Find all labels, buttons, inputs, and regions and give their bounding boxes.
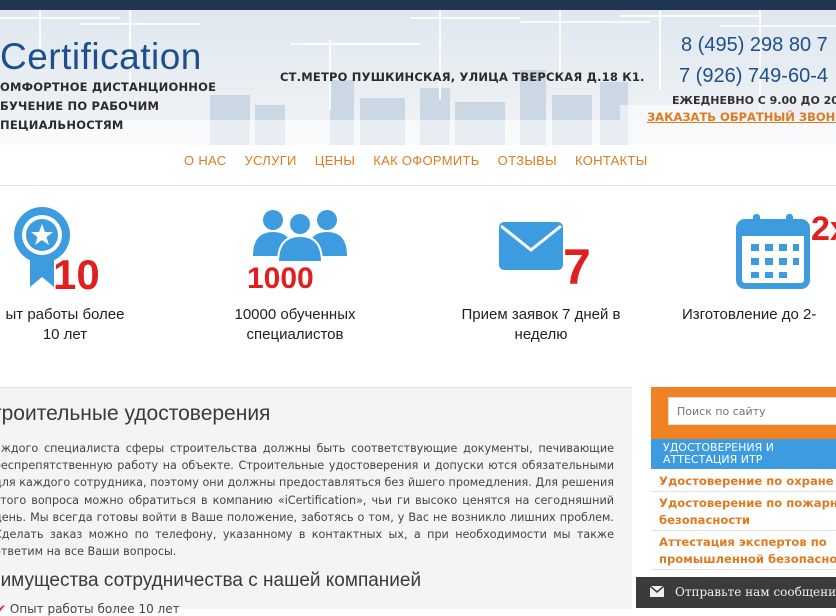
sidebar-divider — [651, 530, 836, 531]
sidebar-link-line: Удостоверение по охране — [659, 474, 834, 488]
feature-caption: Изготовление до 2- — [682, 305, 836, 325]
nav-item-contacts[interactable]: КОНТАКТЫ — [575, 153, 648, 168]
feature-number: 2x — [811, 210, 836, 248]
content-paragraph: аждого специалиста сферы строительства д… — [0, 442, 614, 559]
content-subtitle: еимущества сотрудничества с нашей компан… — [0, 570, 422, 591]
search-input[interactable] — [668, 397, 836, 425]
nav-item-services[interactable]: УСЛУГИ — [244, 153, 296, 168]
sidebar-link-line: безопасности — [659, 513, 751, 527]
top-strip — [0, 0, 836, 10]
nav-item-prices[interactable]: ЦЕНЫ — [315, 153, 355, 168]
phone-number-1[interactable]: 8 (495) 298 80 7 — [681, 34, 828, 57]
sidebar-divider — [651, 491, 836, 492]
feature-caption-line: ыт работы более — [5, 306, 125, 323]
people-group-icon: 1000 — [247, 210, 347, 292]
envelope-icon: 7 — [499, 222, 591, 288]
feature-caption-line: неделю — [514, 326, 568, 343]
nav-item-reviews[interactable]: ОТЗЫВЫ — [498, 153, 557, 168]
feature-caption-line: 10 лет — [42, 326, 88, 343]
sidebar-divider — [651, 569, 836, 570]
nav-item-about[interactable]: О НАС — [184, 153, 226, 168]
site-header: Certification ОМФОРТНОЕ ДИСТАНЦИОННОЕ БУ… — [0, 10, 836, 145]
sidebar-link-experts-attestation[interactable]: Аттестация экспертов по промышленной без… — [659, 534, 836, 568]
tagline-line: ОМФОРТНОЕ ДИСТАНЦИОННОЕ — [0, 80, 217, 94]
feature-caption-line: специалистов — [246, 326, 344, 343]
feature-caption: 10000 обученных специалистов — [185, 305, 405, 345]
feature-number: 1000 — [247, 262, 314, 292]
tagline-line: БУЧЕНИЕ ПО РАБОЧИМ — [0, 99, 160, 113]
sidebar-link-line: промышленной безопаснос — [659, 552, 836, 566]
list-item: ✔ Опыт работы более 10 лет — [0, 602, 180, 616]
feature-number: 7 — [563, 239, 591, 288]
sidebar-link-labor-safety[interactable]: Удостоверение по охране — [659, 473, 834, 490]
address-text: СТ.МЕТРО ПУШКИНСКАЯ, УЛИЦА ТВЕРСКАЯ Д.18… — [280, 70, 645, 84]
sidebar-heading: УДОСТОВЕРЕНИЯ И АТТЕСТАЦИЯ ИТР — [651, 439, 836, 469]
feature-caption-line: Изготовление до 2- — [682, 306, 817, 323]
list-item-label: Опыт работы более 10 лет — [9, 602, 180, 616]
tagline-line: ПЕЦИАЛЬНОСТЯМ — [0, 118, 124, 132]
main-content: троительные удостоверения аждого специал… — [0, 387, 632, 616]
feature-caption-line: 10000 обученных — [234, 306, 356, 323]
search-box — [651, 387, 836, 439]
feature-caption: Прием заявок 7 дней в неделю — [431, 305, 651, 345]
sidebar-link-fire-safety[interactable]: Удостоверение по пожарн безопасности — [659, 495, 836, 529]
working-hours: ЕЖЕДНЕВНО С 9.00 ДО 20.0 — [672, 94, 836, 107]
mail-icon — [650, 586, 664, 597]
phone-number-2[interactable]: 7 (926) 749-60-4 — [679, 65, 828, 88]
calendar-icon: 2x — [736, 210, 836, 289]
chat-widget-label: Отправьте нам сообщение — [675, 585, 836, 599]
feature-caption-line: Прием заявок 7 дней в — [461, 306, 621, 323]
callback-link[interactable]: ЗАКАЗАТЬ ОБРАТНЫЙ ЗВОНО — [647, 110, 836, 124]
site-logo[interactable]: Certification — [0, 36, 202, 78]
content-title: троительные удостоверения — [0, 402, 271, 425]
nav-item-how-to-order[interactable]: КАК ОФОРМИТЬ — [373, 153, 479, 168]
chat-widget-button[interactable]: Отправьте нам сообщение — [636, 577, 836, 608]
award-ribbon-icon: 10 — [14, 207, 100, 295]
main-nav: О НАС УСЛУГИ ЦЕНЫ КАК ОФОРМИТЬ ОТЗЫВЫ КО… — [0, 145, 836, 186]
feature-number: 10 — [53, 251, 100, 295]
sidebar: УДОСТОВЕРЕНИЯ И АТТЕСТАЦИЯ ИТР Удостовер… — [651, 387, 836, 608]
check-icon: ✔ — [0, 602, 7, 616]
site-tagline: ОМФОРТНОЕ ДИСТАНЦИОННОЕ БУЧЕНИЕ ПО РАБОЧ… — [0, 78, 217, 135]
sidebar-link-line: Аттестация экспертов по — [659, 535, 827, 549]
sidebar-link-line: Удостоверение по пожарн — [659, 496, 836, 510]
feature-caption: ыт работы более 10 лет — [0, 305, 175, 345]
